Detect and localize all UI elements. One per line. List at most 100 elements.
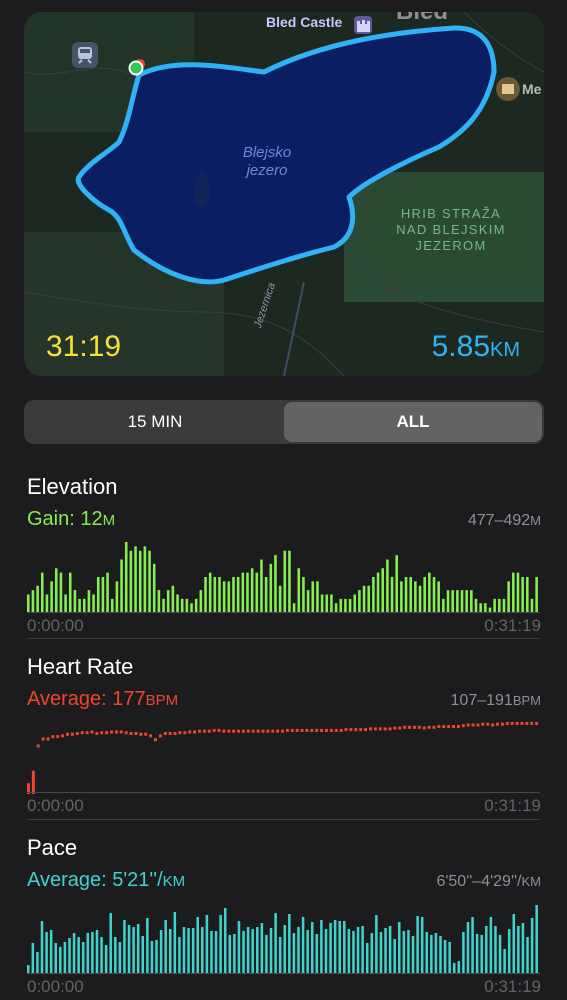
elevation-bar — [194, 598, 198, 612]
pace-bar — [306, 930, 309, 973]
elevation-bar — [414, 581, 417, 612]
elevation-bar — [428, 572, 431, 612]
pace-bar — [430, 935, 433, 973]
elevation-bar — [442, 598, 445, 612]
heart-rate-section[interactable]: Heart Rate Average: 177BPM 107–191BPM 0:… — [0, 650, 567, 820]
segment-all[interactable]: ALL — [284, 402, 542, 442]
pace-bar — [338, 921, 341, 973]
pace-bar — [343, 921, 346, 973]
heart-rate-point — [36, 744, 40, 748]
elevation-bar — [82, 598, 86, 612]
elevation-bar — [278, 585, 282, 612]
heart-rate-point — [149, 734, 153, 738]
heart-rate-point — [422, 726, 426, 730]
elevation-bar — [456, 590, 459, 612]
heart-rate-point — [427, 725, 431, 729]
elevation-bar — [106, 572, 109, 612]
elevation-bar — [185, 598, 189, 612]
castle-label: Bled Castle — [266, 14, 343, 30]
pace-average-unit: KM — [162, 873, 186, 890]
heart-rate-point — [476, 723, 480, 727]
elevation-bar — [232, 577, 235, 612]
pace-bar — [365, 943, 369, 973]
elevation-bar — [138, 550, 142, 612]
heart-rate-point — [305, 728, 309, 732]
elevation-bar — [502, 598, 506, 612]
elevation-gain: Gain: 12M — [27, 508, 115, 531]
elevation-bar — [376, 572, 380, 612]
elevation-bar — [162, 598, 165, 612]
elevation-bar — [190, 603, 193, 612]
pace-bar — [457, 961, 461, 973]
heart-rate-point — [481, 722, 485, 726]
pace-bar — [201, 927, 204, 973]
lake-label: Blejsko jezero — [234, 144, 300, 180]
heart-rate-point — [183, 731, 187, 735]
elevation-bar — [311, 581, 315, 612]
elevation-bar — [292, 603, 296, 612]
heart-rate-point — [246, 729, 250, 733]
elevation-bar — [64, 594, 67, 612]
elevation-bar — [283, 550, 287, 612]
heart-rate-point — [66, 732, 70, 736]
pace-bar — [535, 905, 538, 973]
pace-bar — [191, 928, 195, 973]
time-range-segmented-control[interactable]: 15 MIN ALL — [24, 400, 544, 444]
elevation-bar — [152, 563, 156, 612]
distance-unit: KM — [490, 339, 520, 361]
pace-bar — [242, 931, 245, 973]
pace-bar — [77, 937, 80, 973]
elevation-bar — [474, 598, 478, 612]
elevation-bar — [306, 590, 310, 612]
pace-baseline — [27, 973, 540, 974]
pace-bar — [95, 930, 99, 973]
heart-rate-point — [300, 728, 304, 732]
heart-rate-point — [56, 735, 60, 739]
elevation-bar — [27, 594, 30, 612]
heart-rate-point — [198, 729, 201, 733]
pace-bar — [109, 913, 112, 973]
hill-label-line1: HRIB STRAŽA — [400, 206, 502, 221]
elevation-bar — [166, 590, 170, 612]
elevation-bar — [54, 568, 58, 612]
heart-rate-point — [383, 727, 387, 731]
pace-bar — [324, 929, 328, 973]
elevation-bar — [269, 563, 273, 612]
elevation-section[interactable]: Elevation Gain: 12M 477–492M 0:00:00 0:3… — [0, 470, 567, 640]
elevation-bar — [446, 590, 450, 612]
elevation-gain-unit: M — [102, 512, 116, 529]
elevation-bar — [479, 603, 482, 612]
elevation-bar — [498, 598, 501, 612]
heart-rate-point — [344, 728, 348, 732]
pace-bar — [512, 914, 516, 973]
heart-rate-point — [373, 727, 377, 731]
heart-rate-point — [325, 728, 328, 732]
heart-rate-point — [412, 725, 416, 729]
heart-rate-point — [334, 728, 338, 732]
elevation-bar — [418, 585, 422, 612]
elevation-bar — [45, 594, 49, 612]
elevation-end-time: 0:31:19 — [484, 616, 541, 635]
elevation-bar — [180, 598, 184, 612]
elevation-bar — [92, 594, 95, 612]
route-map[interactable]: Bled Castle Bled Blejsko jezero HRIB STR… — [24, 12, 544, 376]
heart-rate-range-unit: BPM — [512, 693, 541, 708]
elevation-bar — [432, 577, 436, 612]
heart-rate-point — [124, 731, 128, 735]
pace-bar — [150, 941, 154, 973]
pace-bar — [452, 963, 456, 973]
elevation-bar — [288, 550, 291, 612]
elevation-bar — [409, 577, 412, 612]
heart-rate-point — [61, 734, 65, 738]
pace-bar — [256, 927, 259, 973]
pace-bar — [265, 935, 268, 973]
elevation-bar — [367, 585, 371, 612]
pace-bar — [114, 937, 117, 973]
pace-section[interactable]: Pace Average: 5'21''/KM 6'50''–4'29''/KM… — [0, 831, 567, 1000]
elevation-bar — [344, 598, 347, 612]
elevation-bar — [381, 568, 385, 612]
elevation-bar — [362, 585, 366, 612]
heart-rate-point — [100, 731, 104, 735]
heart-rate-point — [442, 725, 446, 729]
segment-15-min[interactable]: 15 MIN — [26, 402, 284, 442]
